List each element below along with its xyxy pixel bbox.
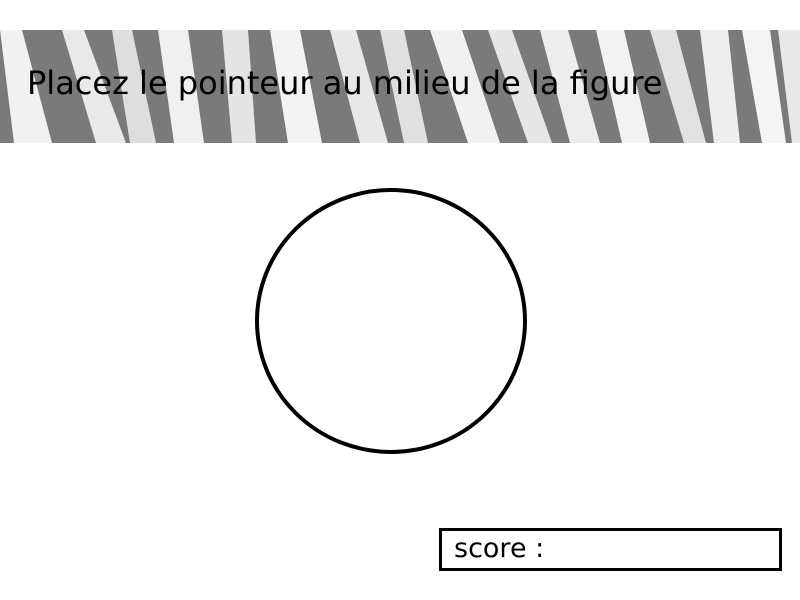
target-circle[interactable] xyxy=(255,188,527,454)
score-box: score : xyxy=(439,528,782,571)
target-figure-area[interactable] xyxy=(253,186,529,456)
instruction-banner: Placez le pointeur au milieu de la figur… xyxy=(0,30,800,143)
instruction-text: Placez le pointeur au milieu de la figur… xyxy=(27,64,663,102)
game-screen: Placez le pointeur au milieu de la figur… xyxy=(0,0,800,600)
target-figure[interactable] xyxy=(253,186,529,456)
score-label: score : xyxy=(454,533,545,564)
